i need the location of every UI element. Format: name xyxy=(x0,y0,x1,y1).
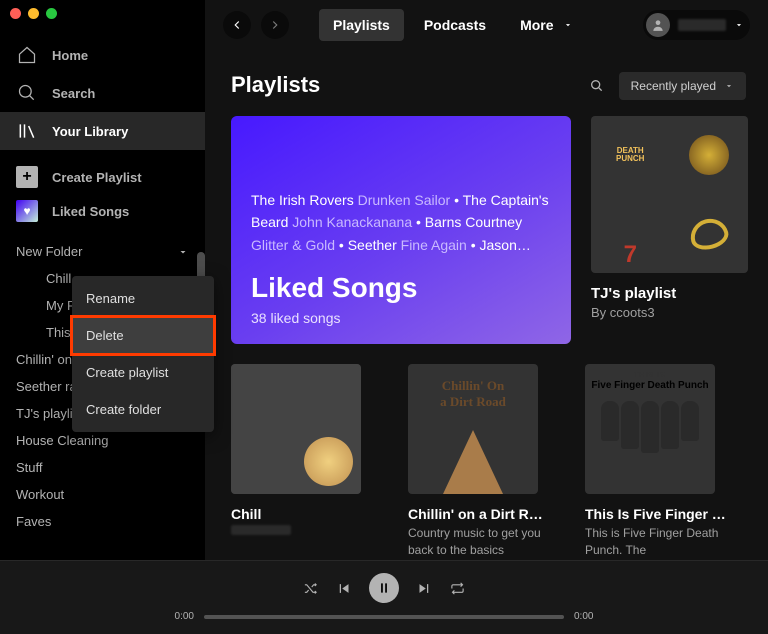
tab-playlists[interactable]: Playlists xyxy=(319,9,404,41)
minimize-window-icon[interactable] xyxy=(28,8,39,19)
shuffle-button[interactable] xyxy=(303,581,318,596)
elapsed-time: 0:00 xyxy=(175,611,194,622)
nav-home-label: Home xyxy=(52,48,88,63)
forward-button[interactable] xyxy=(261,11,289,39)
chevron-down-icon xyxy=(734,20,744,30)
sort-dropdown[interactable]: Recently played xyxy=(619,72,746,100)
heart-icon: ♥ xyxy=(16,200,38,222)
ctx-create-folder[interactable]: Create folder xyxy=(72,391,214,428)
card-title: TJ's playlist xyxy=(591,285,748,302)
nav-search[interactable]: Search xyxy=(0,74,205,112)
playlist-art: DEATHPUNCH 7 xyxy=(591,116,748,273)
player-bar: 0:00 0:00 xyxy=(0,560,768,634)
folder-header[interactable]: New Folder xyxy=(0,238,205,265)
maximize-window-icon[interactable] xyxy=(46,8,57,19)
chevron-down-icon xyxy=(724,81,734,91)
card-subtitle: By ccoots3 xyxy=(591,305,748,320)
liked-tracks-preview: The Irish Rovers Drunken Sailor • The Ca… xyxy=(251,189,551,256)
tab-more-label: More xyxy=(520,17,553,33)
playlist-card-dirt-road[interactable]: Chillin' On a Dirt Road Chillin' on a Di… xyxy=(408,364,565,559)
sidebar-playlist-item[interactable]: Faves xyxy=(16,508,205,535)
card-title: This Is Five Finger … xyxy=(585,506,742,522)
playlist-card-tj[interactable]: DEATHPUNCH 7 TJ's playlist By ccoots3 xyxy=(591,116,748,344)
nav-search-label: Search xyxy=(52,86,95,101)
close-window-icon[interactable] xyxy=(10,8,21,19)
previous-button[interactable] xyxy=(336,581,351,596)
sort-label: Recently played xyxy=(631,79,716,93)
card-subtitle: This is Five Finger Death Punch. The xyxy=(585,525,742,559)
tab-more[interactable]: More xyxy=(506,9,587,41)
nav-library[interactable]: Your Library xyxy=(0,112,205,150)
create-playlist[interactable]: + Create Playlist xyxy=(0,160,205,194)
sidebar-playlist-item[interactable]: Stuff xyxy=(16,454,205,481)
playlist-art xyxy=(231,364,361,494)
progress-bar[interactable] xyxy=(204,615,564,619)
chevron-down-icon xyxy=(177,246,189,258)
ctx-rename[interactable]: Rename xyxy=(72,280,214,317)
playlist-art: Chillin' On a Dirt Road xyxy=(408,364,538,494)
context-menu: Rename Delete Create playlist Create fol… xyxy=(72,276,214,432)
window-controls xyxy=(10,8,57,19)
avatar xyxy=(646,13,670,37)
liked-songs-nav[interactable]: ♥ Liked Songs xyxy=(0,194,205,228)
card-title: Chill xyxy=(231,506,388,522)
tab-podcasts[interactable]: Podcasts xyxy=(410,9,500,41)
library-icon xyxy=(16,120,38,142)
card-subtitle xyxy=(231,525,291,535)
create-playlist-label: Create Playlist xyxy=(52,170,142,185)
next-button[interactable] xyxy=(417,581,432,596)
playlist-card-ffdp[interactable]: THIS IS Five Finger Death Punch This Is … xyxy=(585,364,742,559)
ctx-delete[interactable]: Delete xyxy=(72,317,214,354)
ctx-create-playlist[interactable]: Create playlist xyxy=(72,354,214,391)
liked-card-subtitle: 38 liked songs xyxy=(251,310,551,326)
playlist-art: THIS IS Five Finger Death Punch xyxy=(585,364,715,494)
play-pause-button[interactable] xyxy=(369,573,399,603)
plus-icon: + xyxy=(16,166,38,188)
liked-songs-label: Liked Songs xyxy=(52,204,129,219)
liked-card-title: Liked Songs xyxy=(251,272,551,304)
back-button[interactable] xyxy=(223,11,251,39)
main-content: Playlists Recently played The Irish Rove… xyxy=(205,50,768,560)
folder-name: New Folder xyxy=(16,244,82,259)
search-in-page-icon[interactable] xyxy=(589,78,605,94)
liked-songs-card[interactable]: The Irish Rovers Drunken Sailor • The Ca… xyxy=(231,116,571,344)
nav-library-label: Your Library xyxy=(52,124,128,139)
search-icon xyxy=(16,82,38,104)
username xyxy=(678,19,726,31)
home-icon xyxy=(16,44,38,66)
chevron-down-icon xyxy=(563,17,573,33)
user-menu[interactable] xyxy=(643,10,750,40)
card-subtitle: Country music to get you back to the bas… xyxy=(408,525,565,559)
total-time: 0:00 xyxy=(574,611,593,622)
card-title: Chillin' on a Dirt R… xyxy=(408,506,565,522)
nav-home[interactable]: Home xyxy=(0,36,205,74)
topbar: Playlists Podcasts More xyxy=(205,0,768,50)
playlist-card-chill[interactable]: Chill xyxy=(231,364,388,559)
sidebar-playlist-item[interactable]: Workout xyxy=(16,481,205,508)
repeat-button[interactable] xyxy=(450,581,465,596)
